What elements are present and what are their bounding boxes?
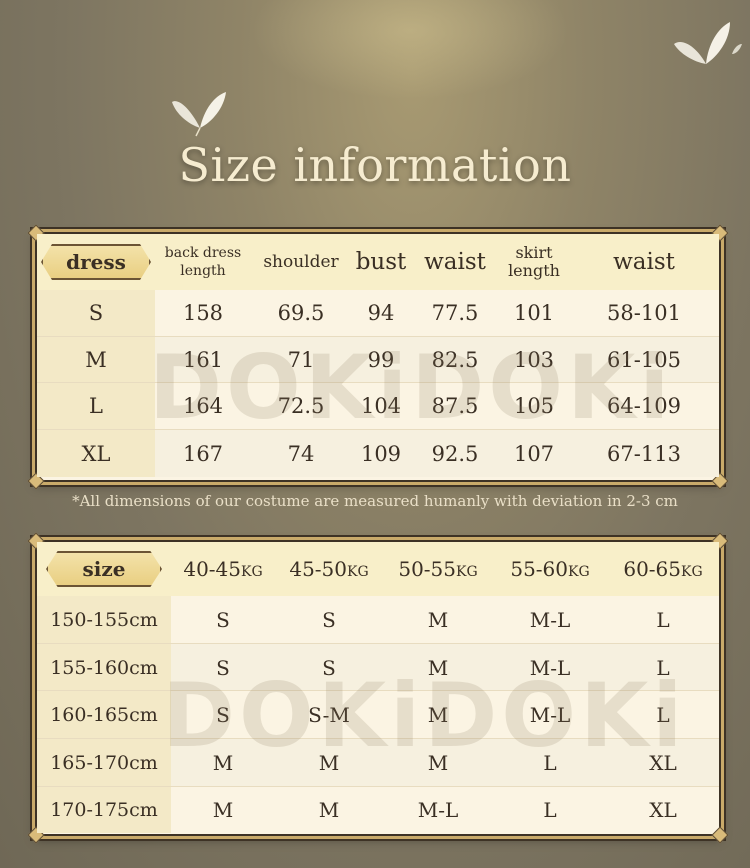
table-cell: 92.5 [431,441,479,466]
table-cell: 158 [182,301,224,325]
table-cell: 164 [182,394,224,418]
dress-badge: dress [41,244,151,280]
table-row: M 161 71 99 82.5 103 61-105 [37,336,719,382]
table-cell: 67-113 [607,441,681,466]
table-cell: M [427,751,449,775]
table-cell: 77.5 [431,301,479,325]
table-cell: S [322,607,336,632]
table-cell: 103 [513,347,555,372]
table-row: 160-165cm S S-M M M-L L [37,690,719,739]
table-cell: M-L [529,703,571,727]
table-cell: M [212,751,234,775]
table-cell: S [216,607,230,632]
table-row: 165-170cm M M M L XL [37,738,719,787]
table-cell: L [543,798,557,822]
table-cell: 101 [513,301,555,325]
table-cell: L [656,703,670,727]
table-cell: 161 [182,347,224,372]
height-label: 165-170cm [37,739,171,787]
weight-header: 45-50KG [289,557,369,581]
table-cell: M [427,655,449,680]
weight-header: 40-45KG [183,557,263,581]
table-cell: 58-101 [607,301,681,325]
table-cell: 87.5 [431,394,479,418]
butterfly-icon [172,92,226,137]
dress-header-row: dress back dress length shoulder bust wa… [37,234,719,290]
table-cell: M [427,703,449,727]
table-row: 170-175cm M M M-L L XL [37,786,719,833]
table-cell: M [318,798,340,822]
table-cell: 109 [360,441,402,466]
table-cell: 72.5 [277,394,325,418]
header-skirt-length: skirt length [508,243,560,280]
table-cell: M-L [417,798,459,822]
table-cell: 94 [367,301,395,325]
weight-header: 50-55KG [398,557,478,581]
table-cell: 104 [360,394,402,418]
weight-header: 55-60KG [510,557,590,581]
header-waist: waist [424,249,486,275]
table-cell: 64-109 [607,394,681,418]
table-cell: L [656,655,670,680]
table-cell: 61-105 [607,347,681,372]
table-cell: 74 [287,441,315,466]
table-cell: L [543,751,557,775]
table-cell: M [212,798,234,822]
table-row: XL 167 74 109 92.5 107 67-113 [37,429,719,477]
table-cell: 69.5 [277,301,325,325]
header-shoulder: shoulder [263,252,339,272]
header-bust: bust [355,249,407,275]
page-title: Size information [178,138,572,192]
size-badge: size [46,551,162,587]
butterfly-icon [674,22,742,64]
size-label: L [37,383,155,429]
table-cell: XL [649,751,677,775]
size-label: M [37,337,155,382]
table-row: L 164 72.5 104 87.5 105 64-109 [37,382,719,429]
height-label: 150-155cm [37,596,171,643]
table-cell: M-L [529,655,571,680]
height-label: 160-165cm [37,691,171,739]
table-cell: 105 [513,394,555,418]
size-label: XL [37,430,155,477]
table-row: 155-160cm S S M M-L L [37,643,719,691]
size-table: size 40-45KG 45-50KG 50-55KG 55-60KG 60-… [27,532,729,844]
table-cell: S-M [308,703,350,727]
table-cell: M [427,607,449,632]
table-cell: 82.5 [431,347,479,372]
table-cell: M-L [529,607,571,632]
table-cell: 107 [513,441,555,466]
table-cell: M [318,751,340,775]
table-cell: XL [649,798,677,822]
header-back-dress-length: back dress length [164,245,242,279]
table-cell: S [216,655,230,680]
measurement-note: *All dimensions of our costume are measu… [72,492,678,510]
table-row: S 158 69.5 94 77.5 101 58-101 [37,290,719,336]
size-label: S [37,290,155,336]
table-cell: 99 [367,347,395,372]
dress-table: dress back dress length shoulder bust wa… [27,224,729,490]
table-cell: 167 [182,441,224,466]
table-cell: L [656,607,670,632]
height-label: 155-160cm [37,644,171,691]
header-waist-2: waist [613,249,675,275]
table-row: 150-155cm S S M M-L L [37,596,719,643]
weight-header: 60-65KG [623,557,703,581]
table-cell: S [216,703,230,727]
top-glow [250,0,570,100]
height-label: 170-175cm [37,787,171,833]
table-cell: S [322,655,336,680]
size-header-row: size 40-45KG 45-50KG 50-55KG 55-60KG 60-… [37,542,719,596]
table-cell: 71 [287,347,315,372]
